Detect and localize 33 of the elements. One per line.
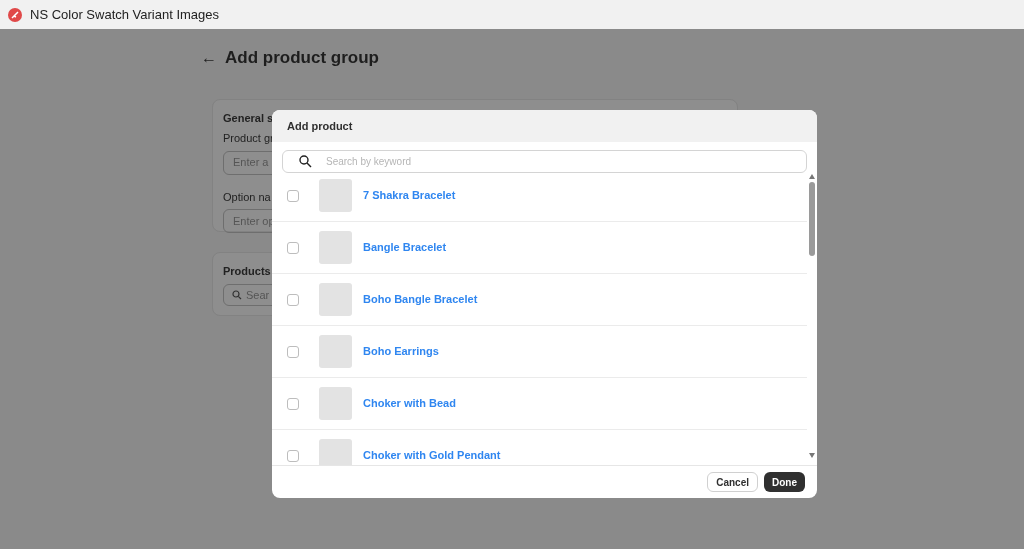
cancel-button[interactable]: Cancel bbox=[707, 472, 758, 492]
dialog-title: Add product bbox=[287, 118, 353, 134]
photo-placeholder bbox=[319, 179, 352, 212]
page-title: Add product group bbox=[225, 47, 379, 69]
done-button[interactable]: Done bbox=[764, 472, 805, 492]
checkbox[interactable] bbox=[287, 241, 299, 254]
checkbox[interactable] bbox=[287, 293, 299, 306]
photo-placeholder bbox=[319, 335, 352, 368]
product-link[interactable]: Boho Bangle Bracelet bbox=[363, 291, 478, 308]
search-field[interactable]: Search by keyword bbox=[282, 150, 807, 173]
window-title: NS Color Swatch Variant Images bbox=[30, 5, 220, 24]
checkbox[interactable] bbox=[287, 345, 299, 358]
app-logo-icon bbox=[8, 7, 22, 22]
back-button[interactable]: ← bbox=[201, 49, 217, 66]
product-link[interactable]: Choker with Gold Pendant bbox=[363, 447, 501, 464]
field-label: Product gr bbox=[223, 131, 274, 146]
search-input[interactable]: Search by keyword bbox=[326, 154, 790, 169]
product-link[interactable]: 7 Shakra Bracelet bbox=[363, 187, 456, 204]
scroll-down-icon[interactable] bbox=[809, 453, 815, 458]
scroll-up-icon[interactable] bbox=[809, 174, 815, 179]
photo-placeholder bbox=[319, 387, 352, 420]
checkbox[interactable] bbox=[287, 189, 299, 202]
checkbox[interactable] bbox=[287, 449, 299, 462]
photo-placeholder bbox=[319, 283, 352, 316]
product-link[interactable]: Bangle Bracelet bbox=[363, 239, 447, 256]
search-icon bbox=[299, 155, 312, 168]
field-label: Option na bbox=[223, 189, 271, 205]
section-title: Products bbox=[223, 263, 272, 279]
search-icon bbox=[232, 290, 242, 300]
photo-placeholder bbox=[319, 231, 352, 264]
checkbox[interactable] bbox=[287, 397, 299, 410]
product-link[interactable]: Choker with Bead bbox=[363, 395, 456, 412]
product-link[interactable]: Boho Earrings bbox=[363, 343, 439, 360]
